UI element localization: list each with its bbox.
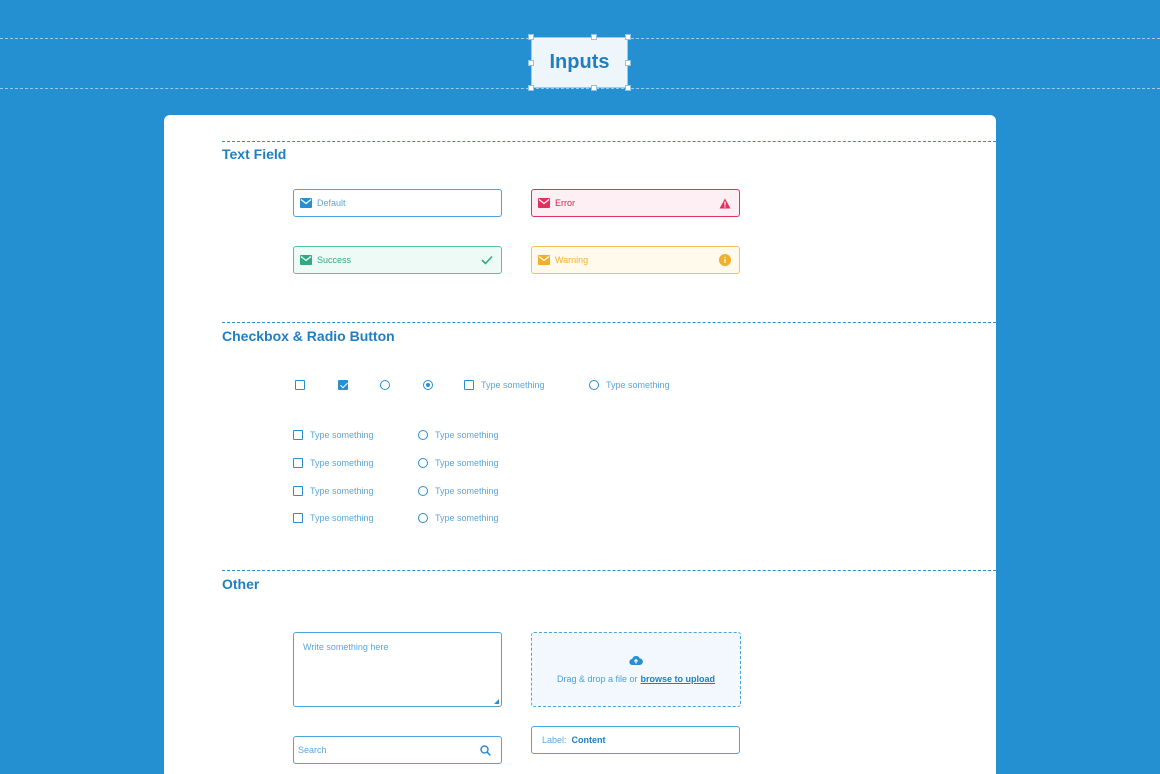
checkbox-list-label: Type something bbox=[310, 486, 374, 496]
text-field-success-placeholder: Success bbox=[317, 255, 352, 265]
radio-list-item[interactable] bbox=[418, 458, 428, 468]
search-field[interactable]: Search bbox=[293, 736, 502, 764]
labeled-field-value: Content bbox=[571, 735, 606, 745]
radio-checked[interactable] bbox=[423, 380, 433, 390]
selection-handle[interactable] bbox=[625, 34, 631, 40]
labeled-field[interactable]: Label: Content bbox=[531, 726, 740, 754]
text-field-warning-placeholder: Warning bbox=[555, 255, 589, 265]
textarea[interactable]: Write something here bbox=[293, 632, 502, 707]
guide-line-bottom bbox=[0, 88, 1160, 89]
radio-list-label: Type something bbox=[435, 430, 499, 440]
search-icon[interactable] bbox=[480, 744, 491, 756]
section-title-checkbox-radio: Checkbox & Radio Button bbox=[222, 328, 395, 344]
radio-list-label: Type something bbox=[435, 486, 499, 496]
mail-icon bbox=[538, 198, 550, 208]
selection-handle[interactable] bbox=[528, 85, 534, 91]
textarea-placeholder: Write something here bbox=[303, 642, 389, 652]
checkbox-list-label: Type something bbox=[310, 513, 374, 523]
resize-handle[interactable] bbox=[494, 699, 499, 704]
radio-list-label: Type something bbox=[435, 458, 499, 468]
components-card: Text Field Default Error Success Warning… bbox=[164, 115, 996, 774]
labeled-field-label: Label: bbox=[542, 735, 567, 745]
cloud-upload-icon bbox=[629, 655, 643, 666]
checkbox-list-item[interactable] bbox=[293, 513, 303, 523]
text-field-success[interactable]: Success bbox=[293, 246, 502, 274]
checkbox-list-item[interactable] bbox=[293, 458, 303, 468]
section-title-text-field: Text Field bbox=[222, 146, 287, 162]
search-input[interactable]: Search bbox=[298, 745, 480, 755]
info-circle-icon bbox=[719, 254, 731, 266]
radio-unchecked[interactable] bbox=[380, 380, 390, 390]
section-divider bbox=[222, 141, 996, 142]
selection-handle[interactable] bbox=[591, 85, 597, 91]
mail-icon bbox=[300, 255, 312, 265]
radio-list-item[interactable] bbox=[418, 486, 428, 496]
page-title: Inputs bbox=[531, 37, 628, 88]
radio-list-item[interactable] bbox=[418, 513, 428, 523]
selection-handle[interactable] bbox=[528, 34, 534, 40]
checkbox-label: Type something bbox=[481, 380, 545, 390]
file-dropzone[interactable]: Drag & drop a file or browse to upload bbox=[531, 632, 741, 707]
selection-handle[interactable] bbox=[625, 60, 631, 66]
text-field-warning[interactable]: Warning bbox=[531, 246, 740, 274]
mail-icon bbox=[538, 255, 550, 265]
radio-list-item[interactable] bbox=[418, 430, 428, 440]
dropzone-instructions: Drag & drop a file or bbox=[556, 674, 638, 684]
section-divider bbox=[222, 570, 996, 571]
checkbox-list-item[interactable] bbox=[293, 486, 303, 496]
alert-triangle-icon bbox=[719, 198, 731, 208]
dropzone-text: Drag & drop a file or browse to upload bbox=[557, 674, 715, 684]
text-field-error-placeholder: Error bbox=[555, 198, 575, 208]
text-field-error[interactable]: Error bbox=[531, 189, 740, 217]
checkbox-list-item[interactable] bbox=[293, 430, 303, 440]
checkbox-unchecked[interactable] bbox=[295, 380, 305, 390]
section-title-other: Other bbox=[222, 576, 260, 592]
page-title-text: Inputs bbox=[549, 51, 610, 73]
checkbox-list-label: Type something bbox=[310, 458, 374, 468]
radio-label: Type something bbox=[606, 380, 670, 390]
checkbox-checked[interactable] bbox=[338, 380, 348, 390]
check-icon bbox=[481, 255, 493, 265]
text-field-default[interactable]: Default bbox=[293, 189, 502, 217]
browse-upload-link[interactable]: browse to upload bbox=[641, 674, 716, 684]
selection-handle[interactable] bbox=[625, 85, 631, 91]
selection-handle[interactable] bbox=[528, 60, 534, 66]
selection-handle[interactable] bbox=[591, 34, 597, 40]
checkbox-list-label: Type something bbox=[310, 430, 374, 440]
text-field-default-placeholder: Default bbox=[317, 198, 346, 208]
section-divider bbox=[222, 322, 996, 323]
mail-icon bbox=[300, 198, 312, 208]
radio-with-label[interactable] bbox=[589, 380, 599, 390]
checkbox-with-label[interactable] bbox=[464, 380, 474, 390]
radio-list-label: Type something bbox=[435, 513, 499, 523]
